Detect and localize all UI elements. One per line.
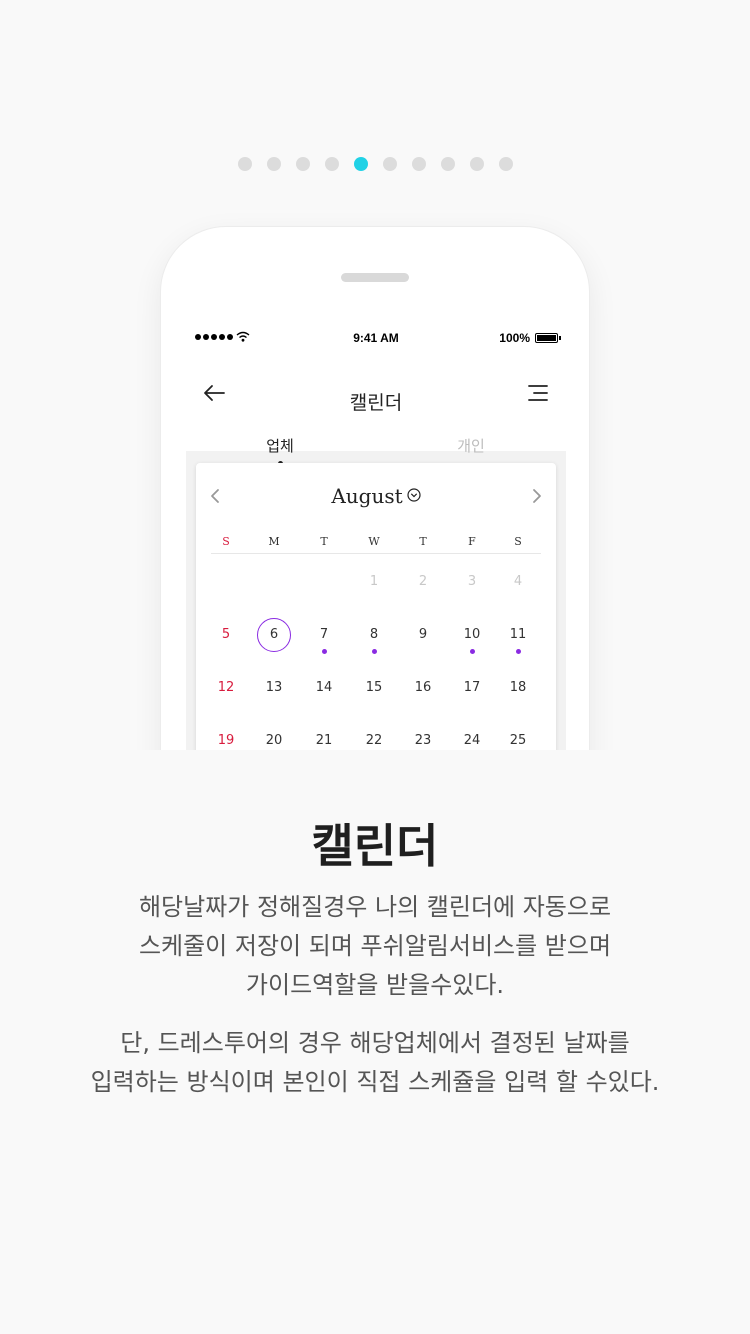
calendar-day[interactable]: 16 bbox=[406, 671, 440, 705]
weekday-label: S bbox=[514, 535, 522, 548]
month-selector[interactable]: August bbox=[196, 483, 556, 508]
calendar-day[interactable]: 18 bbox=[501, 671, 535, 705]
calendar-day[interactable]: 4 bbox=[501, 565, 535, 599]
page-title: 캘린더 bbox=[349, 392, 403, 414]
calendar-day[interactable]: 13 bbox=[257, 671, 291, 705]
page-dot[interactable] bbox=[266, 157, 281, 171]
phone-speaker bbox=[341, 273, 409, 282]
event-indicator-dot bbox=[515, 649, 521, 654]
calendar-card: August SMTWTFS 1 2 3 4 5 6 7 8 9 10 11 12 13 14 15 16 17… bbox=[196, 463, 556, 750]
note-line: 단, 드레스투어의 경우 해당업체에서 결정된 날짜를 bbox=[120, 1029, 630, 1057]
calendar-day[interactable]: 1 bbox=[357, 565, 391, 599]
page-dot[interactable] bbox=[411, 157, 426, 171]
calendar-day[interactable]: 10 bbox=[455, 618, 489, 652]
description-line: 스케줄이 저장이 되며 푸쉬알림서비스를 받으며 bbox=[138, 932, 612, 960]
page-dot[interactable] bbox=[353, 157, 368, 171]
month-label: August bbox=[331, 484, 403, 508]
weekday-label: T bbox=[419, 535, 427, 548]
page-dot[interactable] bbox=[440, 157, 455, 171]
event-indicator-dot bbox=[469, 649, 475, 654]
weekday-label: S bbox=[222, 535, 230, 548]
note-line: 입력하는 방식이며 본인이 직접 스케쥴을 입력 할 수있다. bbox=[90, 1068, 660, 1096]
weekday-label: T bbox=[320, 535, 328, 548]
tab-personal[interactable]: 개인 bbox=[431, 435, 511, 456]
weekday-label: M bbox=[268, 535, 280, 548]
phone-screen: 9:41 AM 100% 캘린더 업체 개인 August S M T W T … bbox=[186, 325, 566, 750]
calendar-day[interactable]: 2 bbox=[406, 565, 440, 599]
navigation-bar: 캘린더 업체 개인 bbox=[186, 351, 566, 466]
description-line: 해당날짜가 정해질경우 나의 캘린더에 자동으로 bbox=[138, 893, 612, 921]
calendar-day[interactable]: 14 bbox=[307, 671, 341, 705]
calendar-day[interactable]: 24 bbox=[455, 724, 489, 750]
page-dot[interactable] bbox=[324, 157, 339, 171]
menu-icon[interactable] bbox=[526, 383, 550, 403]
calendar-day[interactable]: 15 bbox=[357, 671, 391, 705]
calendar-day[interactable]: 25 bbox=[501, 724, 535, 750]
calendar-day[interactable]: 11 bbox=[501, 618, 535, 652]
event-indicator-dot bbox=[321, 649, 327, 654]
calendar-day[interactable]: 20 bbox=[257, 724, 291, 750]
calendar-day[interactable]: 19 bbox=[209, 724, 243, 750]
status-bar: 9:41 AM 100% bbox=[186, 325, 566, 351]
weekday-header: SMTWTFS bbox=[196, 535, 556, 553]
calendar-day[interactable]: 23 bbox=[406, 724, 440, 750]
battery-percentage: 100% bbox=[499, 331, 530, 345]
calendar-day[interactable]: 5 bbox=[209, 618, 243, 652]
description-line: 가이드역할을 받을수있다. bbox=[245, 971, 505, 999]
page-dot[interactable] bbox=[295, 157, 310, 171]
feature-note: 단, 드레스투어의 경우 해당업체에서 결정된 날짜를 입력하는 방식이며 본인… bbox=[0, 1024, 750, 1102]
feature-description: 해당날짜가 정해질경우 나의 캘린더에 자동으로 스케줄이 저장이 되며 푸쉬알… bbox=[0, 888, 750, 1005]
phone-mockup-area: 9:41 AM 100% 캘린더 업체 개인 August S M T W T … bbox=[0, 200, 750, 750]
calendar-day[interactable]: 17 bbox=[455, 671, 489, 705]
calendar-day[interactable]: 21 bbox=[307, 724, 341, 750]
calendar-day[interactable]: 3 bbox=[455, 565, 489, 599]
phone-frame: 9:41 AM 100% 캘린더 업체 개인 August S M T W T … bbox=[160, 226, 590, 750]
weekday-label: W bbox=[368, 535, 380, 548]
page-dot[interactable] bbox=[498, 157, 513, 171]
page-indicator bbox=[0, 157, 750, 171]
chevron-down-circle-icon bbox=[407, 483, 421, 502]
tab-company[interactable]: 업체 bbox=[240, 435, 320, 456]
page-dot[interactable] bbox=[237, 157, 252, 171]
calendar-day[interactable]: 9 bbox=[406, 618, 440, 652]
calendar-day[interactable]: 7 bbox=[307, 618, 341, 652]
page-dot[interactable] bbox=[469, 157, 484, 171]
page-dot[interactable] bbox=[382, 157, 397, 171]
battery-icon bbox=[535, 333, 561, 343]
calendar-day[interactable]: 12 bbox=[209, 671, 243, 705]
feature-title: 캘린더 bbox=[311, 819, 439, 873]
calendar-day[interactable]: 22 bbox=[357, 724, 391, 750]
weekday-label: F bbox=[468, 535, 476, 548]
event-indicator-dot bbox=[371, 649, 377, 654]
calendar-day[interactable]: 8 bbox=[357, 618, 391, 652]
selected-day[interactable]: 6 bbox=[257, 618, 291, 652]
next-month-button[interactable] bbox=[530, 485, 544, 507]
weekday-divider bbox=[211, 553, 541, 554]
